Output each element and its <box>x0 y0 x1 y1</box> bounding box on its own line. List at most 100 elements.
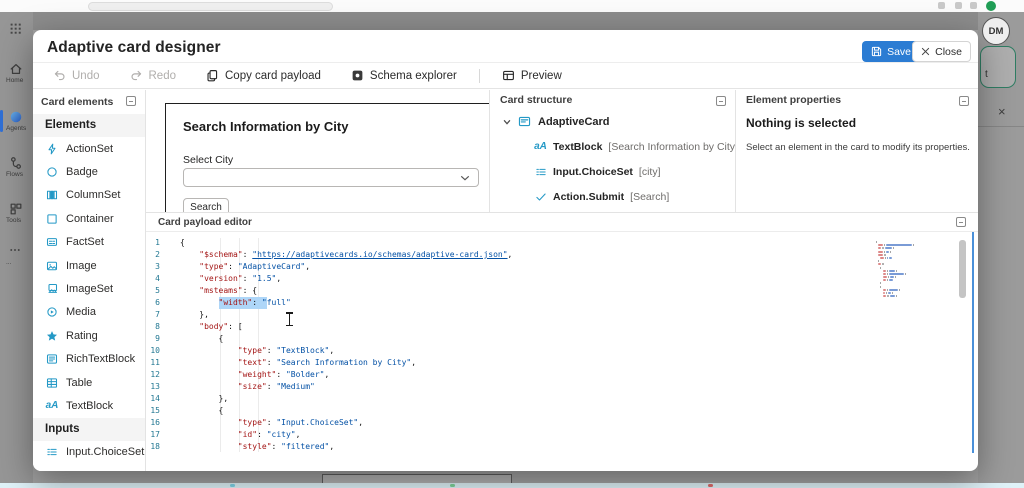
test-button-partial[interactable]: t <box>980 46 1016 88</box>
nav-rail-item-tools[interactable]: Tools <box>0 200 33 240</box>
adaptive-card-preview[interactable]: Search Information by City Select City S… <box>165 103 490 212</box>
code-line-13[interactable]: 13 "size": "Medium" <box>146 381 978 393</box>
dialog-title: Adaptive card designer <box>47 39 221 57</box>
select-city-label[interactable]: Select City <box>183 154 233 166</box>
editor-scrollbar[interactable] <box>959 240 966 298</box>
adaptivecard-icon <box>518 115 532 129</box>
code-line-4[interactable]: 4 "version": "1.5", <box>146 273 978 285</box>
nav-rail-item-waffle[interactable] <box>0 20 33 60</box>
element-item-image[interactable]: Image <box>33 254 145 277</box>
code-line-8[interactable]: 8 "body": [ <box>146 321 978 333</box>
code-token <box>180 273 199 285</box>
schema-explorer-button[interactable]: Schema explorer <box>351 69 457 82</box>
code-token: "msteams" <box>199 285 242 297</box>
element-item-textblock[interactable]: aATextBlock <box>33 394 145 417</box>
code-line-18[interactable]: 18 "style": "filtered", <box>146 441 978 453</box>
schema-icon <box>351 69 364 82</box>
element-item-container[interactable]: Container <box>33 207 145 230</box>
code-token: { <box>219 333 224 345</box>
browser-menu-icon[interactable] <box>970 2 977 9</box>
code-line-3[interactable]: 3 "type": "AdaptiveCard", <box>146 261 978 273</box>
tree-node-action-submit[interactable]: Action.Submit[Search] <box>534 184 733 209</box>
nav-rail-item-[interactable]: ... <box>0 242 33 282</box>
code-token: "AdaptiveCard" <box>238 261 305 273</box>
code-line-6[interactable]: 6 "width": "full" <box>146 297 978 309</box>
card-structure-header: Card structure <box>490 90 735 111</box>
undo-button[interactable]: Undo <box>53 69 100 82</box>
bottom-strip-marker <box>708 484 713 487</box>
card-structure-panel: Card structure AdaptiveCard aATextBlock[… <box>490 90 736 212</box>
element-item-label: Media <box>66 306 96 318</box>
code-line-12[interactable]: 12 "weight": "Bolder", <box>146 369 978 381</box>
chevron-down-icon[interactable] <box>502 117 512 127</box>
panel-close-icon[interactable]: × <box>998 104 1006 119</box>
nav-rail-item-agents[interactable]: Agents <box>0 108 33 148</box>
browser-address-bar[interactable] <box>88 2 333 11</box>
collapse-panel-icon[interactable] <box>956 217 966 227</box>
card-heading[interactable]: Search Information by City <box>183 119 348 134</box>
element-properties-panel: Element properties Nothing is selected S… <box>736 90 978 212</box>
nav-rail-label: Tools <box>6 217 33 224</box>
line-number: 5 <box>146 285 180 297</box>
code-line-17[interactable]: 17 "id": "city", <box>146 429 978 441</box>
element-properties-header: Element properties <box>736 90 978 111</box>
search-button[interactable]: Search <box>183 198 229 212</box>
user-avatar[interactable]: DM <box>982 17 1010 45</box>
element-item-richtextblock[interactable]: RichTextBlock <box>33 348 145 371</box>
code-line-14[interactable]: 14 }, <box>146 393 978 405</box>
tree-node-adaptivecard[interactable]: AdaptiveCard <box>502 115 610 129</box>
payload-editor-title: Card payload editor <box>158 217 252 228</box>
code-line-2[interactable]: 2 "$schema": "https://adaptivecards.io/s… <box>146 249 978 261</box>
code-line-11[interactable]: 11 "text": "Search Information by City", <box>146 357 978 369</box>
tree-node-textblock[interactable]: aATextBlock[Search Information by City] <box>534 134 733 159</box>
element-item-rating[interactable]: Rating <box>33 324 145 347</box>
code-line-1[interactable]: 1{ <box>146 237 978 249</box>
collapse-panel-icon[interactable] <box>716 96 726 106</box>
element-item-label: Input.ChoiceSet <box>66 446 144 458</box>
code-line-16[interactable]: 16 "type": "Input.ChoiceSet", <box>146 417 978 429</box>
element-item-label: Badge <box>66 166 98 178</box>
browser-profile-avatar[interactable] <box>986 1 996 11</box>
copy-card-payload-button[interactable]: Copy card payload <box>206 69 321 82</box>
richtextblock-icon <box>45 352 59 366</box>
browser-extension-icon[interactable] <box>938 2 945 9</box>
code-line-9[interactable]: 9 { <box>146 333 978 345</box>
line-number: 12 <box>146 369 180 381</box>
tree-node-label: TextBlock <box>553 141 602 153</box>
table-icon <box>45 376 59 390</box>
section-header-inputs[interactable]: Inputs <box>33 418 145 441</box>
code-line-5[interactable]: 5 "msteams": { <box>146 285 978 297</box>
browser-extension-icon[interactable] <box>955 2 962 9</box>
code-token: "type" <box>199 261 228 273</box>
element-item-media[interactable]: Media <box>33 301 145 324</box>
redo-button[interactable]: Redo <box>130 69 177 82</box>
card-structure-title: Card structure <box>500 94 572 106</box>
element-item-badge[interactable]: Badge <box>33 160 145 183</box>
collapse-panel-icon[interactable] <box>126 96 136 106</box>
element-item-actionset[interactable]: ActionSet <box>33 137 145 160</box>
code-token <box>180 417 238 429</box>
code-lines: 1{2 "$schema": "https://adaptivecards.io… <box>146 237 978 453</box>
code-editor[interactable]: 1{2 "$schema": "https://adaptivecards.io… <box>146 232 978 453</box>
collapse-panel-icon[interactable] <box>959 96 969 106</box>
code-line-7[interactable]: 7 }, <box>146 309 978 321</box>
element-item-imageset[interactable]: ImageSet <box>33 277 145 300</box>
element-item-table[interactable]: Table <box>33 371 145 394</box>
nav-rail-item-home[interactable]: Home <box>0 60 33 100</box>
code-token: , <box>305 261 310 273</box>
section-header-elements[interactable]: Elements <box>33 114 145 137</box>
city-dropdown[interactable] <box>183 168 479 187</box>
tools-icon <box>9 202 24 217</box>
code-token <box>180 285 199 297</box>
close-button[interactable]: Close <box>912 41 971 62</box>
code-token: }, <box>219 393 229 405</box>
tree-node-input-choiceset[interactable]: Input.ChoiceSet[city] <box>534 159 733 184</box>
element-item-factset[interactable]: FactSet <box>33 231 145 254</box>
minimap[interactable] <box>876 241 938 298</box>
nav-rail-item-flows[interactable]: Flows <box>0 154 33 194</box>
element-item-input-choiceset[interactable]: Input.ChoiceSet <box>33 441 145 464</box>
code-line-15[interactable]: 15 { <box>146 405 978 417</box>
preview-button[interactable]: Preview <box>502 69 562 82</box>
code-line-10[interactable]: 10 "type": "TextBlock", <box>146 345 978 357</box>
element-item-columnset[interactable]: ColumnSet <box>33 184 145 207</box>
